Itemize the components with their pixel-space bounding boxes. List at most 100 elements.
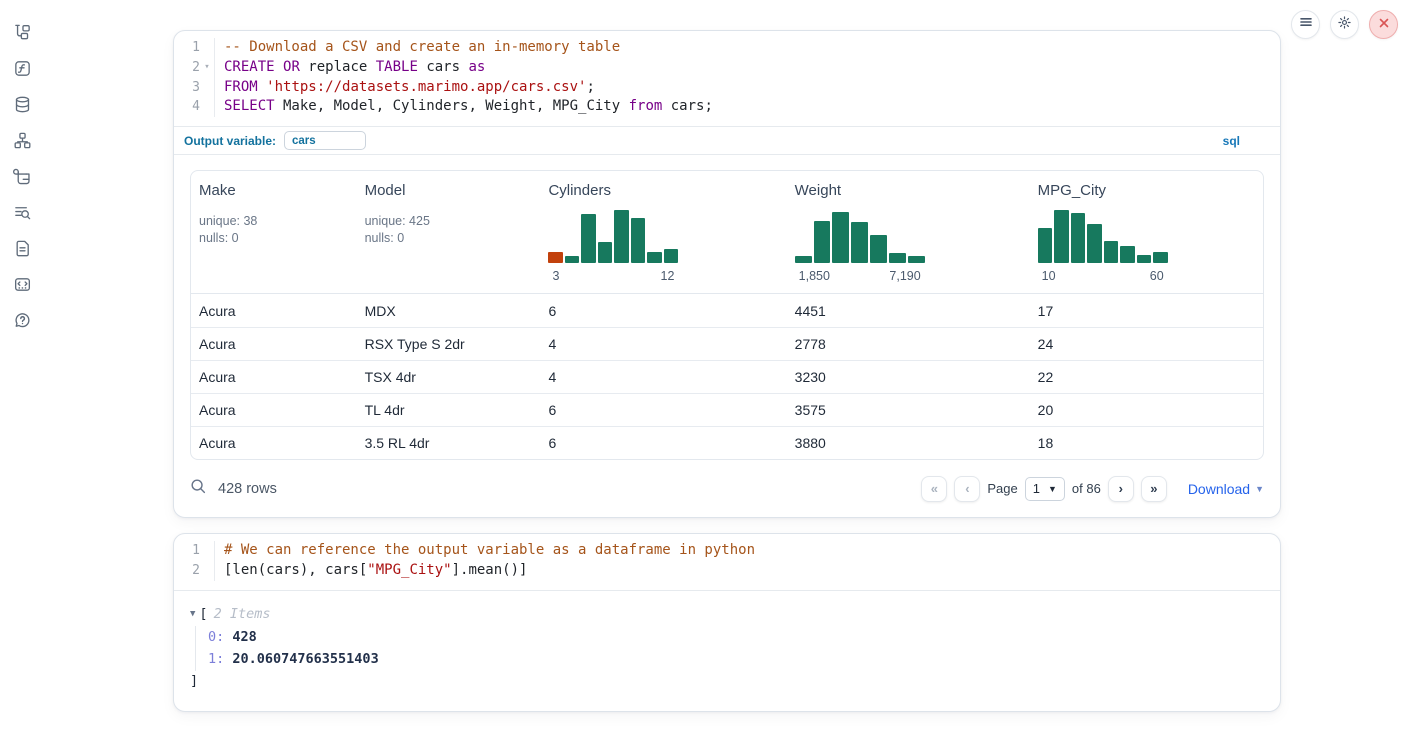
- database-icon[interactable]: [0, 86, 44, 122]
- table-cell: 18: [1030, 435, 1263, 451]
- table-row[interactable]: AcuraTL 4dr6357520: [191, 393, 1263, 426]
- histogram-bar: [581, 214, 596, 263]
- search-icon[interactable]: [190, 478, 207, 500]
- help-chat-icon[interactable]: [0, 302, 44, 338]
- result-table: Make unique: 38 nulls: 0 Model unique: 4…: [190, 170, 1264, 460]
- documentation-icon[interactable]: [0, 230, 44, 266]
- histogram-bar: [1153, 252, 1168, 263]
- table-cell: 3230: [787, 369, 1030, 385]
- close-bracket: ]: [190, 671, 1264, 691]
- close-icon: [1378, 16, 1390, 34]
- chevron-down-icon: ▼: [1048, 484, 1057, 494]
- last-page-button[interactable]: »: [1141, 476, 1167, 502]
- shutdown-button[interactable]: [1369, 10, 1398, 39]
- table-cell: 4451: [787, 303, 1030, 319]
- table-cell: 6: [540, 303, 786, 319]
- table-cell: 17: [1030, 303, 1263, 319]
- menu-button[interactable]: [1291, 10, 1320, 39]
- sql-code-editor[interactable]: 1-- Download a CSV and create an in-memo…: [174, 31, 1280, 126]
- table-header: Make unique: 38 nulls: 0 Model unique: 4…: [191, 171, 1263, 294]
- line-number: 4: [174, 97, 200, 117]
- hist-max-label: 12: [661, 269, 675, 283]
- table-cell: 4: [540, 336, 786, 352]
- nulls-stat: nulls: 0: [199, 230, 349, 247]
- histogram-bar: [647, 252, 662, 263]
- fold-gutter: [200, 38, 214, 58]
- divider: [174, 154, 1280, 155]
- pagination: « ‹ Page 1▼ of 86 › » Download▼: [921, 476, 1264, 502]
- gear-icon: [1337, 15, 1352, 35]
- column-header-cylinders[interactable]: Cylinders 3 12: [540, 171, 786, 293]
- line-number: 2: [174, 561, 200, 581]
- histogram-bar: [795, 256, 812, 263]
- fold-gutter: [200, 561, 214, 581]
- table-cell: Acura: [191, 303, 357, 319]
- output-variable-row: Output variable: sql: [174, 127, 1280, 154]
- open-bracket: [: [199, 606, 207, 622]
- column-header-model[interactable]: Model unique: 425 nulls: 0: [357, 171, 541, 293]
- histogram-bar: [1137, 255, 1152, 263]
- histogram-bar: [614, 210, 629, 263]
- output-variable-input[interactable]: [284, 131, 366, 150]
- fold-gutter: [200, 78, 214, 98]
- language-badge[interactable]: sql: [1223, 134, 1240, 148]
- table-cell: Acura: [191, 435, 357, 451]
- histogram-bar: [565, 256, 580, 263]
- histogram-bar: [548, 252, 563, 263]
- hist-max-label: 7,190: [889, 269, 920, 283]
- histogram-bar: [598, 242, 613, 263]
- function-icon[interactable]: [0, 50, 44, 86]
- table-row[interactable]: AcuraRSX Type S 2dr4277824: [191, 327, 1263, 360]
- line-number: 2: [174, 58, 200, 78]
- output-items: 0: 4281: 20.060747663551403: [195, 626, 1264, 671]
- table-row[interactable]: AcuraMDX6445117: [191, 294, 1263, 327]
- histogram-bar: [814, 221, 831, 263]
- column-header-mpg-city[interactable]: MPG_City 10 60: [1030, 171, 1263, 293]
- file-tree-icon[interactable]: [0, 14, 44, 50]
- table-cell: Acura: [191, 369, 357, 385]
- table-cell: Acura: [191, 402, 357, 418]
- scratchpad-scroll-icon[interactable]: [0, 158, 44, 194]
- histogram-bar: [1120, 246, 1135, 263]
- table-cell: 3575: [787, 402, 1030, 418]
- weight-histogram: 1,850 7,190: [795, 207, 925, 285]
- page-total: of 86: [1072, 481, 1101, 496]
- python-code-editor[interactable]: 1# We can reference the output variable …: [174, 534, 1280, 590]
- table-cell: TSX 4dr: [357, 369, 541, 385]
- settings-button[interactable]: [1330, 10, 1359, 39]
- histogram-bar: [1087, 224, 1102, 263]
- table-cell: TL 4dr: [357, 402, 541, 418]
- histogram-bar: [664, 249, 679, 264]
- dependency-graph-icon[interactable]: [0, 122, 44, 158]
- fold-gutter: [200, 97, 214, 117]
- first-page-button[interactable]: «: [921, 476, 947, 502]
- hist-min-label: 3: [552, 269, 559, 283]
- notebook-area: 1-- Download a CSV and create an in-memo…: [173, 30, 1281, 712]
- logs-search-icon[interactable]: [0, 194, 44, 230]
- line-number: 3: [174, 78, 200, 98]
- collapse-chevron-icon[interactable]: ▼: [190, 609, 195, 619]
- unique-stat: unique: 38: [199, 213, 349, 230]
- items-count-label: 2 Items: [214, 606, 271, 622]
- table-cell: 6: [540, 435, 786, 451]
- mpg-city-histogram: 10 60: [1038, 207, 1168, 285]
- table-row[interactable]: AcuraTSX 4dr4323022: [191, 360, 1263, 393]
- histogram-bar: [870, 235, 887, 263]
- column-header-weight[interactable]: Weight 1,850 7,190: [787, 171, 1030, 293]
- line-number: 1: [174, 38, 200, 58]
- table-row[interactable]: Acura3.5 RL 4dr6388018: [191, 426, 1263, 459]
- download-button[interactable]: Download▼: [1188, 481, 1264, 497]
- next-page-button[interactable]: ›: [1108, 476, 1134, 502]
- outputs-console-icon[interactable]: [0, 266, 44, 302]
- chevron-down-icon: ▼: [1255, 484, 1264, 494]
- table-footer: 428 rows « ‹ Page 1▼ of 86 › » Download▼: [174, 460, 1280, 517]
- page-select[interactable]: 1▼: [1025, 477, 1065, 501]
- python-cell: 1# We can reference the output variable …: [173, 533, 1281, 712]
- menu-icon: [1299, 15, 1313, 34]
- column-header-make[interactable]: Make unique: 38 nulls: 0: [191, 171, 357, 293]
- fold-gutter: [200, 541, 214, 561]
- fold-chevron-icon[interactable]: ▾: [200, 58, 214, 78]
- prev-page-button[interactable]: ‹: [954, 476, 980, 502]
- histogram-bar: [889, 253, 906, 263]
- output-variable-label: Output variable:: [184, 134, 276, 148]
